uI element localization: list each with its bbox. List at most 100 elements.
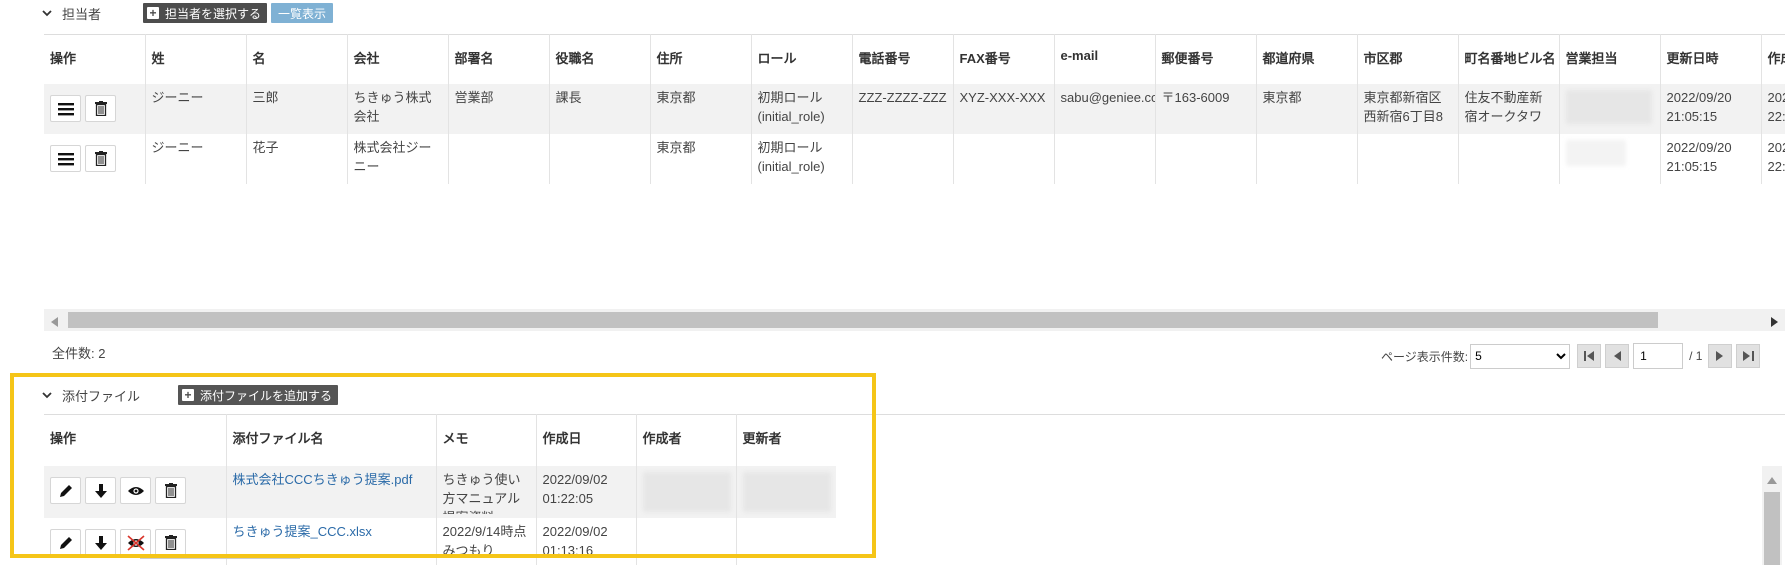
cell-phone: [851, 134, 953, 184]
bottom-edge: [140, 558, 300, 565]
cell-first-name: 三郎: [245, 84, 347, 134]
pagination: ページ表示件数: 5 / 1: [1381, 343, 1764, 369]
col-header[interactable]: 名: [245, 34, 347, 84]
city-text: 東京都新宿区西新宿6丁目8番1号: [1363, 90, 1443, 124]
cell-email: sabu@geniee.co: [1053, 84, 1155, 134]
cell-prefecture: [1255, 134, 1357, 184]
col-header[interactable]: FAX番号: [952, 34, 1054, 84]
scroll-right-icon[interactable]: [1771, 315, 1778, 330]
cell-prefecture: 東京都: [1255, 84, 1357, 134]
assignee-table: 操作 姓 名 会社 部署名 役職名 住所 ロール 電話番号 FAX番号 e-ma…: [44, 34, 1785, 184]
redacted-sales-rep: [1565, 90, 1652, 124]
cell-fax: [952, 134, 1054, 184]
col-header[interactable]: 部署名: [447, 34, 549, 84]
cell-sales-rep: [1558, 134, 1660, 184]
col-header[interactable]: 営業担当: [1558, 34, 1660, 84]
select-assignee-button[interactable]: + 担当者を選択する: [143, 3, 268, 23]
cell-created: 2022/ 22:31: [1760, 134, 1785, 184]
cell-postal: [1154, 134, 1256, 184]
street-text: 住友不動産新宿オークタワー6階: [1464, 90, 1543, 124]
col-header[interactable]: ロール: [750, 34, 852, 84]
col-header[interactable]: 操作: [44, 34, 145, 84]
col-header[interactable]: 町名番地ビル名: [1457, 34, 1559, 84]
next-page-button[interactable]: [1708, 344, 1733, 368]
trash-icon: [94, 151, 107, 166]
col-header[interactable]: 会社: [346, 34, 448, 84]
highlight-box: [10, 373, 876, 558]
cell-first-name: 花子: [245, 134, 347, 184]
next-page-icon: [1716, 351, 1724, 361]
cell-city: 東京都新宿区西新宿6丁目8番1号: [1356, 84, 1458, 134]
cell-phone: ZZZ-ZZZZ-ZZZ: [851, 84, 953, 134]
created-text: 2022/ 22:35: [1767, 90, 1785, 124]
row-actions: [44, 84, 145, 134]
horizontal-scrollbar[interactable]: [44, 309, 1785, 331]
first-page-button[interactable]: [1577, 344, 1602, 368]
cell-company: ちきゅう株式会社: [346, 84, 448, 134]
cell-fax: XYZ-XXX-XXX: [952, 84, 1054, 134]
scrollbar-thumb[interactable]: [68, 312, 1658, 328]
col-header[interactable]: 姓: [144, 34, 246, 84]
cell-last-name: ジーニー: [144, 84, 246, 134]
cell-position: 課長: [548, 84, 650, 134]
col-header[interactable]: 市区郡: [1356, 34, 1458, 84]
cell-postal: 〒163-6009: [1154, 84, 1256, 134]
vertical-scrollbar[interactable]: [1762, 466, 1782, 565]
col-header[interactable]: 作成日: [1760, 34, 1785, 84]
created-text: 2022/ 22:31: [1767, 140, 1785, 174]
cell-street: 住友不動産新宿オークタワー6階: [1457, 84, 1559, 134]
assignee-section-header: 担当者 + 担当者を選択する 一覧表示: [40, 0, 334, 26]
col-header[interactable]: 役職名: [548, 34, 650, 84]
col-header[interactable]: 電話番号: [851, 34, 953, 84]
cell-address: 東京都: [649, 84, 751, 134]
first-page-icon: [1583, 351, 1594, 361]
menu-button[interactable]: [50, 145, 81, 172]
cell-updated: 2022/09/20 21:05:15: [1659, 134, 1761, 184]
last-page-icon: [1742, 351, 1754, 361]
chevron-down-icon[interactable]: [40, 6, 54, 20]
table-row[interactable]: ジーニー 三郎 ちきゅう株式会社 営業部 課長 東京都 初期ロール(initia…: [44, 84, 1785, 134]
col-header[interactable]: 都道府県: [1255, 34, 1357, 84]
table-row[interactable]: ジーニー 花子 株式会社ジーニー 東京都 初期ロール(initial_role)…: [44, 134, 1785, 184]
delete-button[interactable]: [85, 145, 116, 172]
cell-company: 株式会社ジーニー: [346, 134, 448, 184]
cell-role: 初期ロール(initial_role): [750, 84, 852, 134]
page-total: / 1: [1689, 349, 1703, 363]
col-header[interactable]: e-mail: [1053, 34, 1155, 84]
assignee-section-title: 担当者: [62, 6, 102, 22]
prev-page-button[interactable]: [1605, 344, 1630, 368]
last-page-button[interactable]: [1736, 344, 1761, 368]
cell-created: 2022/ 22:35: [1760, 84, 1785, 134]
plus-icon: +: [147, 7, 160, 19]
page-number-input[interactable]: [1633, 343, 1684, 369]
assignee-table-viewport: 操作 姓 名 会社 部署名 役職名 住所 ロール 電話番号 FAX番号 e-ma…: [44, 34, 1785, 309]
per-page-select[interactable]: 5: [1470, 343, 1571, 369]
col-header[interactable]: 住所: [649, 34, 751, 84]
menu-button[interactable]: [50, 95, 81, 122]
per-page-label: ページ表示件数:: [1381, 349, 1469, 364]
row-actions: [44, 134, 145, 184]
cell-department: [447, 134, 549, 184]
redacted-sales-rep: [1565, 140, 1626, 166]
trash-icon: [94, 101, 107, 116]
cell-city: [1356, 134, 1458, 184]
cell-sales-rep: [1558, 84, 1660, 134]
hamburger-icon: [57, 152, 74, 165]
cell-address: 東京都: [649, 134, 751, 184]
assignee-table-header: 操作 姓 名 会社 部署名 役職名 住所 ロール 電話番号 FAX番号 e-ma…: [44, 34, 1785, 84]
prev-page-icon: [1614, 351, 1622, 361]
delete-button[interactable]: [85, 95, 116, 122]
cell-email: [1053, 134, 1155, 184]
hamburger-icon: [57, 102, 74, 115]
col-header[interactable]: 郵便番号: [1154, 34, 1256, 84]
cell-street: [1457, 134, 1559, 184]
cell-last-name: ジーニー: [144, 134, 246, 184]
scroll-up-icon[interactable]: [1767, 472, 1777, 487]
col-header[interactable]: 更新日時: [1659, 34, 1761, 84]
scrollbar-thumb[interactable]: [1764, 492, 1780, 565]
scroll-left-icon[interactable]: [51, 315, 58, 330]
cell-position: [548, 134, 650, 184]
cell-updated: 2022/09/20 21:05:15: [1659, 84, 1761, 134]
list-view-button[interactable]: 一覧表示: [271, 3, 334, 23]
cell-department: 営業部: [447, 84, 549, 134]
